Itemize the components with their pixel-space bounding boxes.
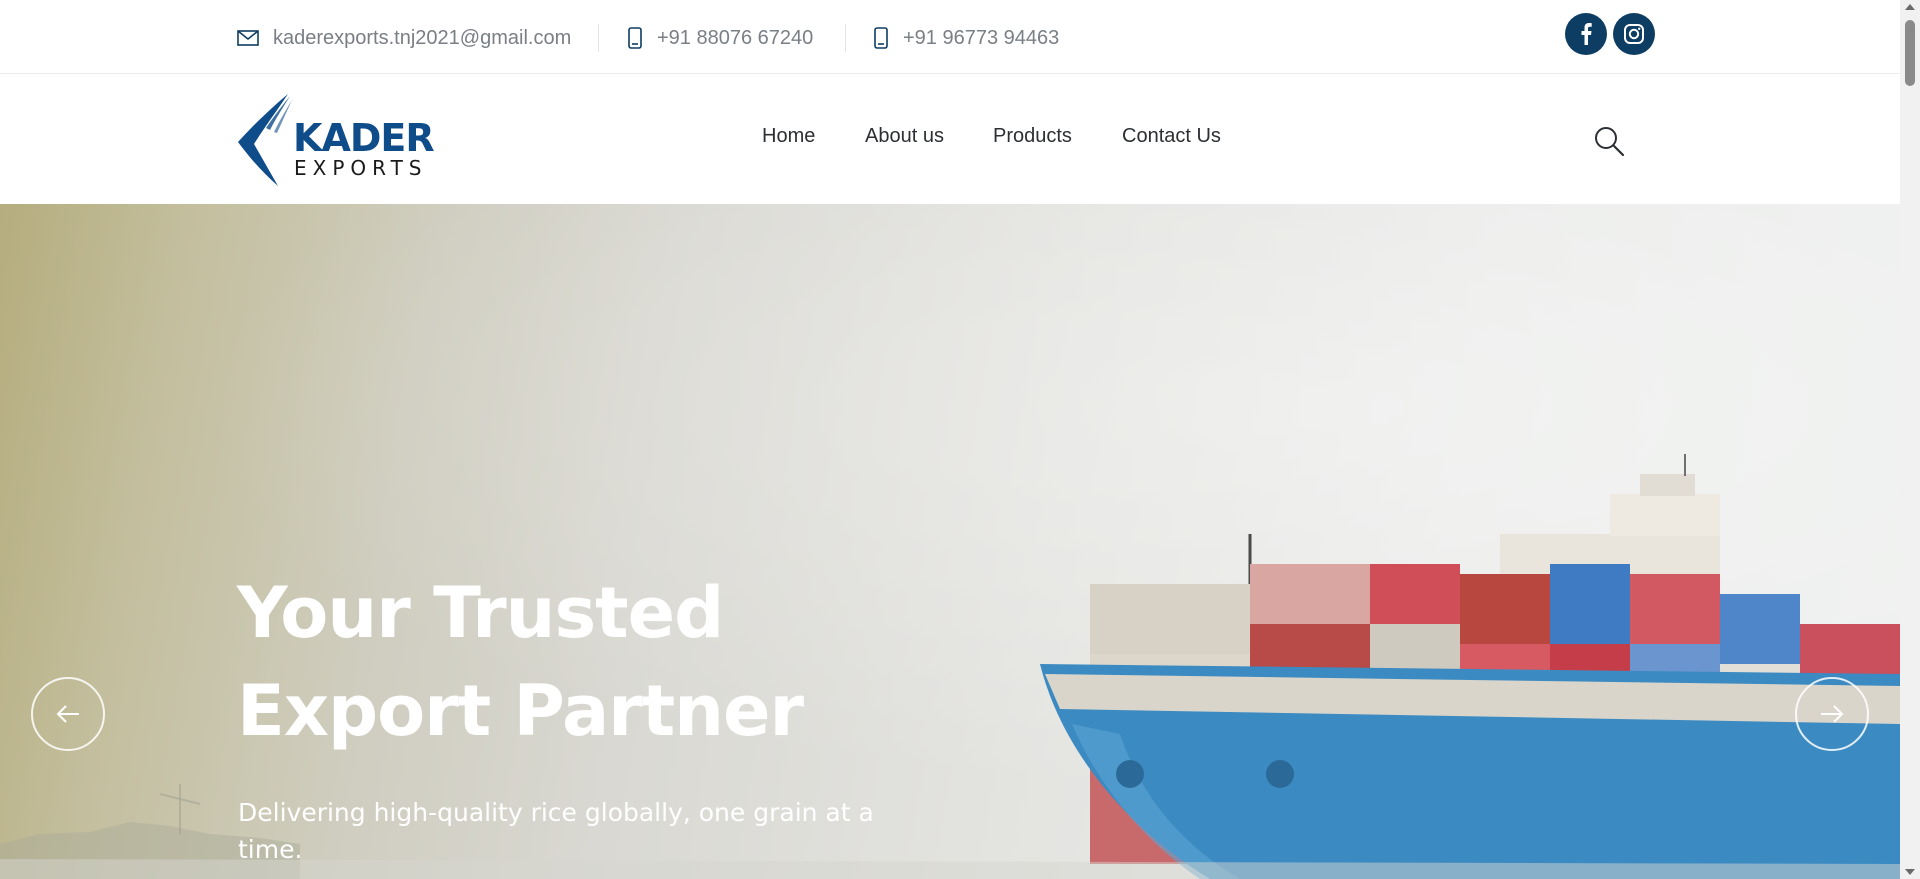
phone-link-1[interactable]: +91 88076 67240	[627, 24, 813, 52]
phone-text-2: +91 96773 94463	[903, 26, 1060, 49]
scroll-down-icon[interactable]	[1905, 869, 1915, 875]
divider	[598, 24, 599, 52]
logo-tagline: EXPORTS	[294, 156, 428, 180]
hero-subtitle: Delivering high-quality rice globally, o…	[238, 798, 874, 864]
email-text: kaderexports.tnj2021@gmail.com	[273, 26, 572, 49]
slider-next-button[interactable]	[1795, 677, 1869, 751]
logo-wing-icon	[238, 94, 292, 186]
page-scrollbar[interactable]	[1900, 0, 1920, 879]
instagram-icon	[1624, 24, 1644, 44]
search-icon	[1595, 127, 1625, 157]
arrow-right-icon	[1821, 705, 1844, 723]
nav-home[interactable]: Home	[762, 125, 815, 148]
main-header: KADER EXPORTS Home About us Products Con…	[0, 75, 1900, 204]
phone-link-2[interactable]: +91 96773 94463	[873, 24, 1059, 52]
instagram-button[interactable]	[1613, 13, 1655, 55]
cargo-ship-illustration	[0, 454, 1900, 879]
envelope-icon	[237, 30, 259, 46]
mobile-phone-icon	[874, 27, 888, 49]
nav-about-us[interactable]: About us	[865, 125, 944, 148]
page: kaderexports.tnj2021@gmail.com +91 88076…	[0, 0, 1920, 879]
nav-products[interactable]: Products	[993, 125, 1072, 148]
phone-text-1: +91 88076 67240	[657, 26, 814, 49]
top-contact-bar: kaderexports.tnj2021@gmail.com +91 88076…	[0, 0, 1900, 74]
hero-slider: Your Trusted Export Partner Delivering h…	[0, 204, 1900, 879]
hero-title: Your Trusted Export Partner	[237, 572, 804, 752]
facebook-icon	[1581, 23, 1592, 45]
scroll-up-icon[interactable]	[1905, 4, 1915, 10]
nav-contact-us[interactable]: Contact Us	[1122, 125, 1221, 148]
mobile-phone-icon	[628, 27, 642, 49]
arrow-left-icon	[56, 705, 79, 723]
search-button[interactable]	[1593, 125, 1625, 157]
logo-name: KADER	[293, 116, 435, 160]
email-link[interactable]: kaderexports.tnj2021@gmail.com	[237, 24, 571, 52]
site-logo[interactable]: KADER EXPORTS	[236, 92, 436, 188]
slider-prev-button[interactable]	[31, 677, 105, 751]
scroll-thumb[interactable]	[1905, 20, 1915, 86]
facebook-button[interactable]	[1565, 13, 1607, 55]
divider	[845, 24, 846, 52]
